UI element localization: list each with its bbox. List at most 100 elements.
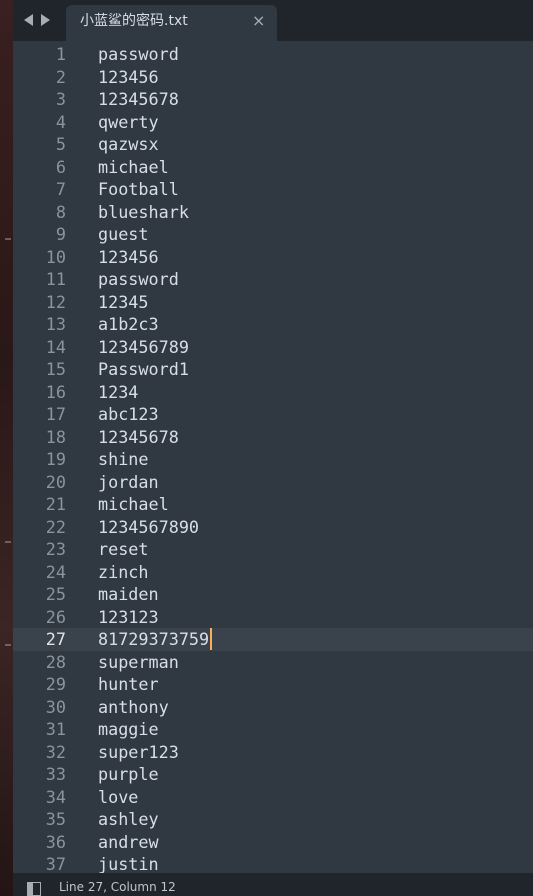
editor-line[interactable]: 7 Football: [13, 178, 533, 201]
line-number: 6: [55, 156, 66, 177]
tab-back-arrow-icon[interactable]: [24, 14, 33, 26]
editor-line[interactable]: 22 1234567890: [13, 516, 533, 539]
editor-line[interactable]: 11 password: [13, 268, 533, 291]
editor-line[interactable]: 8 blueshark: [13, 201, 533, 224]
line-number: 7: [55, 179, 66, 199]
editor-line[interactable]: 23 reset: [13, 538, 533, 561]
line-text: 1234: [98, 381, 139, 402]
editor-line[interactable]: 4 qwerty: [13, 111, 533, 134]
editor-line[interactable]: 16 1234: [13, 381, 533, 404]
line-text: ashley: [98, 809, 159, 829]
editor-line[interactable]: 37 justin: [13, 853, 533, 873]
line-text: super123: [98, 741, 179, 762]
line-text: purple: [98, 764, 159, 784]
line-text: shine: [98, 449, 149, 469]
editor-line[interactable]: 5 qazwsx: [13, 133, 533, 156]
editor-line[interactable]: 14 123456789: [13, 336, 533, 359]
tab-navigation: [24, 12, 56, 28]
status-bar: Line 27, Column 12: [13, 873, 533, 896]
line-number: 20: [45, 471, 66, 492]
line-text: qazwsx: [98, 134, 159, 154]
line-text: zinch: [98, 561, 149, 582]
editor-line[interactable]: 15 Password1: [13, 358, 533, 381]
line-text: michael: [98, 494, 169, 514]
line-number: 11: [45, 269, 66, 289]
editor-line[interactable]: 19 shine: [13, 448, 533, 471]
line-number: 14: [45, 336, 66, 357]
desktop-mark: [5, 238, 11, 240]
editor-line[interactable]: 6 michael: [13, 156, 533, 179]
tab-title: 小蓝鲨的密码.txt: [80, 13, 188, 29]
editor-line[interactable]: 28 superman: [13, 651, 533, 674]
tab-forward-arrow-icon[interactable]: [41, 14, 50, 26]
line-text: qwerty: [98, 111, 159, 132]
desktop-background: [0, 0, 13, 896]
line-text: 123123: [98, 606, 159, 627]
line-text: 81729373759: [98, 628, 213, 651]
editor-line[interactable]: 21 michael: [13, 493, 533, 516]
line-text: a1b2c3: [98, 314, 159, 334]
line-text: 12345678: [98, 426, 179, 447]
line-number: 24: [45, 561, 66, 582]
desktop-mark: [5, 541, 11, 543]
editor-line[interactable]: 20 jordan: [13, 471, 533, 494]
line-number: 31: [45, 719, 66, 739]
editor-line[interactable]: 9 guest: [13, 223, 533, 246]
line-number: 28: [45, 651, 66, 672]
line-number: 10: [45, 246, 66, 267]
line-number: 34: [45, 786, 66, 807]
editor-line[interactable]: 17 abc123: [13, 403, 533, 426]
editor-line[interactable]: 29 hunter: [13, 673, 533, 696]
line-number: 5: [55, 134, 66, 154]
text-caret: [210, 628, 213, 650]
line-text: maggie: [98, 719, 159, 739]
line-text: password: [98, 269, 179, 289]
line-number: 2: [55, 66, 66, 87]
line-number: 16: [45, 381, 66, 402]
line-number: 15: [45, 359, 66, 379]
editor-line[interactable]: 27 81729373759: [13, 628, 533, 651]
editor-line[interactable]: 33 purple: [13, 763, 533, 786]
editor-line[interactable]: 25 maiden: [13, 583, 533, 606]
line-number: 8: [55, 201, 66, 222]
editor-line[interactable]: 31 maggie: [13, 718, 533, 741]
line-number: 12: [45, 291, 66, 312]
editor-line[interactable]: 24 zinch: [13, 561, 533, 584]
editor-line[interactable]: 12 12345: [13, 291, 533, 314]
line-text: andrew: [98, 831, 159, 852]
line-number: 17: [45, 404, 66, 424]
line-text: love: [98, 786, 139, 807]
editor-line[interactable]: 3 12345678: [13, 88, 533, 111]
editor-window: 小蓝鲨的密码.txt × 1 password 2 123456 3 12345678 4 q…: [13, 0, 533, 896]
line-text: 1234567890: [98, 516, 200, 537]
editor-line[interactable]: 35 ashley: [13, 808, 533, 831]
line-text: 123456: [98, 66, 159, 87]
line-number: 26: [45, 606, 66, 627]
line-text: anthony: [98, 696, 169, 717]
editor-line[interactable]: 13 a1b2c3: [13, 313, 533, 336]
line-number: 33: [45, 764, 66, 784]
line-text: 12345: [98, 291, 149, 312]
line-number: 23: [45, 539, 66, 559]
editor-line[interactable]: 36 andrew: [13, 831, 533, 854]
desktop-mark: [5, 644, 11, 646]
line-number: 13: [45, 314, 66, 334]
line-number: 19: [45, 449, 66, 469]
line-number: 29: [45, 674, 66, 694]
line-number: 1: [55, 44, 66, 64]
editor-line[interactable]: 18 12345678: [13, 426, 533, 449]
panel-toggle-icon[interactable]: [27, 882, 41, 896]
text-editor[interactable]: 1 password 2 123456 3 12345678 4 qwerty 5 qazwsx 6…: [13, 43, 533, 873]
editor-line[interactable]: 34 love: [13, 786, 533, 809]
editor-line[interactable]: 30 anthony: [13, 696, 533, 719]
line-text: jordan: [98, 471, 159, 492]
file-tab[interactable]: 小蓝鲨的密码.txt ×: [66, 5, 277, 41]
line-number: 4: [55, 111, 66, 132]
editor-line[interactable]: 32 super123: [13, 741, 533, 764]
line-text: password: [98, 44, 179, 64]
editor-line[interactable]: 26 123123: [13, 606, 533, 629]
editor-line[interactable]: 10 123456: [13, 246, 533, 269]
close-tab-icon[interactable]: ×: [252, 5, 265, 37]
editor-line[interactable]: 1 password: [13, 43, 533, 66]
editor-line[interactable]: 2 123456: [13, 66, 533, 89]
